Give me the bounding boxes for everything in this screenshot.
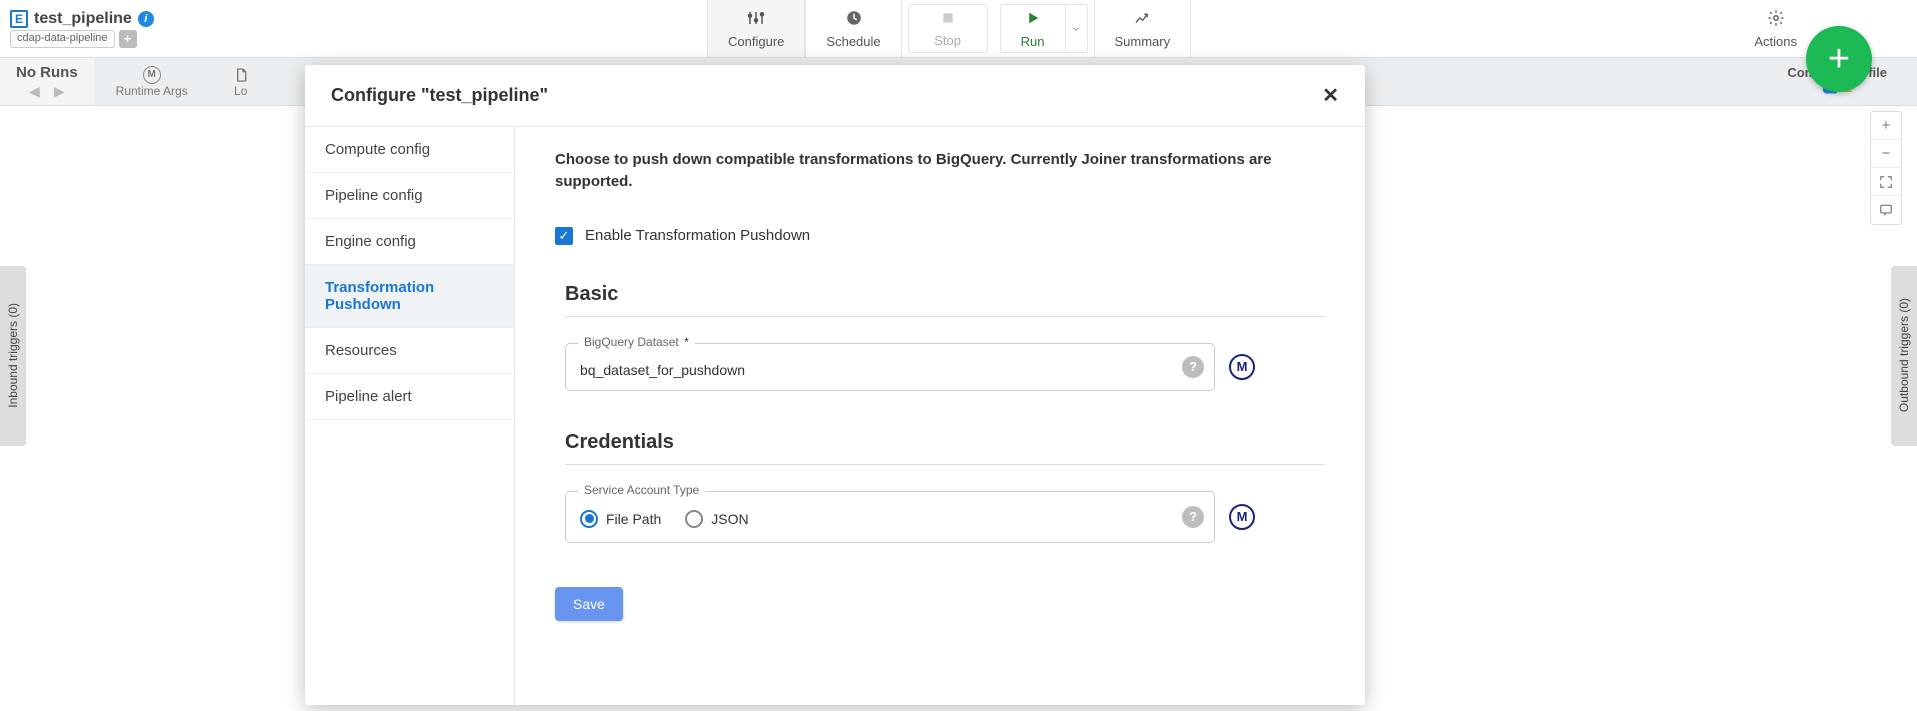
radio-icon — [685, 510, 703, 528]
configure-button[interactable]: Configure — [707, 0, 805, 57]
app-logo-icon: E — [10, 10, 28, 28]
outbound-triggers-tab[interactable]: Outbound triggers (0) — [1891, 266, 1917, 446]
play-icon — [1024, 9, 1042, 32]
next-run-button[interactable]: ▶ — [54, 83, 65, 100]
modal-title: Configure "test_pipeline" — [331, 85, 548, 106]
plus-icon: + — [1828, 38, 1850, 81]
macro-toggle-button[interactable]: M — [1229, 354, 1255, 380]
run-dropdown[interactable] — [1065, 5, 1087, 52]
pushdown-description: Choose to push down compatible transform… — [555, 149, 1325, 193]
config-side-menu: Compute config Pipeline config Engine co… — [305, 127, 515, 705]
info-icon[interactable]: i — [138, 11, 154, 27]
pipeline-header: E test_pipeline i cdap-data-pipeline + — [0, 0, 164, 57]
runtime-args-button[interactable]: M Runtime Args — [94, 58, 210, 105]
artifact-badge: cdap-data-pipeline — [10, 30, 115, 48]
config-content: Choose to push down compatible transform… — [515, 127, 1365, 705]
stop-button[interactable]: Stop — [908, 4, 988, 53]
menu-compute-config[interactable]: Compute config — [305, 127, 514, 173]
menu-transformation-pushdown[interactable]: Transformation Pushdown — [305, 265, 514, 328]
gear-icon — [1767, 9, 1785, 32]
menu-resources[interactable]: Resources — [305, 328, 514, 374]
section-basic-title: Basic — [565, 283, 1325, 306]
run-button[interactable]: Run — [1001, 5, 1065, 52]
menu-pipeline-config[interactable]: Pipeline config — [305, 173, 514, 219]
service-account-type-field: Service Account Type File Path JSON — [565, 491, 1215, 543]
chart-line-icon — [1133, 9, 1151, 32]
configure-modal: Configure "test_pipeline" ✕ Compute conf… — [305, 65, 1365, 705]
enable-pushdown-checkbox[interactable]: ✓ — [555, 227, 573, 245]
zoom-in-button[interactable]: + — [1871, 112, 1901, 140]
radio-icon — [580, 510, 598, 528]
zoom-out-button[interactable]: − — [1871, 140, 1901, 168]
logs-button[interactable]: Lo — [210, 58, 272, 105]
zoom-controls: + − — [1870, 111, 1902, 225]
divider — [565, 464, 1325, 465]
file-icon — [232, 66, 250, 84]
no-runs-block: No Runs ◀ ▶ — [0, 58, 94, 105]
pipeline-name: test_pipeline — [34, 10, 132, 28]
top-toolbar: E test_pipeline i cdap-data-pipeline + C… — [0, 0, 1917, 58]
help-icon[interactable]: ? — [1182, 506, 1204, 528]
prev-run-button[interactable]: ◀ — [29, 83, 40, 100]
fit-screen-button[interactable] — [1871, 168, 1901, 196]
radio-json[interactable]: JSON — [685, 510, 748, 528]
enable-pushdown-label: Enable Transformation Pushdown — [585, 227, 810, 244]
bigquery-dataset-field[interactable]: BigQuery Dataset * ? — [565, 343, 1215, 391]
help-icon[interactable]: ? — [1182, 356, 1204, 378]
save-button[interactable]: Save — [555, 587, 623, 621]
close-button[interactable]: ✕ — [1322, 83, 1339, 108]
comments-button[interactable] — [1871, 196, 1901, 224]
macro-toggle-button[interactable]: M — [1229, 504, 1255, 530]
macro-m-icon: M — [143, 66, 161, 84]
bigquery-dataset-input[interactable] — [580, 362, 1200, 378]
sliders-icon — [747, 9, 765, 32]
divider — [565, 316, 1325, 317]
schedule-button[interactable]: Schedule — [805, 0, 901, 57]
menu-engine-config[interactable]: Engine config — [305, 219, 514, 265]
clock-icon — [845, 9, 863, 32]
actions-button[interactable]: Actions — [1734, 0, 1817, 57]
section-credentials-title: Credentials — [565, 431, 1325, 454]
add-artifact-button[interactable]: + — [119, 30, 137, 48]
summary-button[interactable]: Summary — [1094, 0, 1192, 57]
stop-icon — [940, 10, 956, 31]
menu-pipeline-alert[interactable]: Pipeline alert — [305, 374, 514, 420]
radio-file-path[interactable]: File Path — [580, 510, 661, 528]
add-button[interactable]: + — [1806, 26, 1872, 92]
inbound-triggers-tab[interactable]: Inbound triggers (0) — [0, 266, 26, 446]
